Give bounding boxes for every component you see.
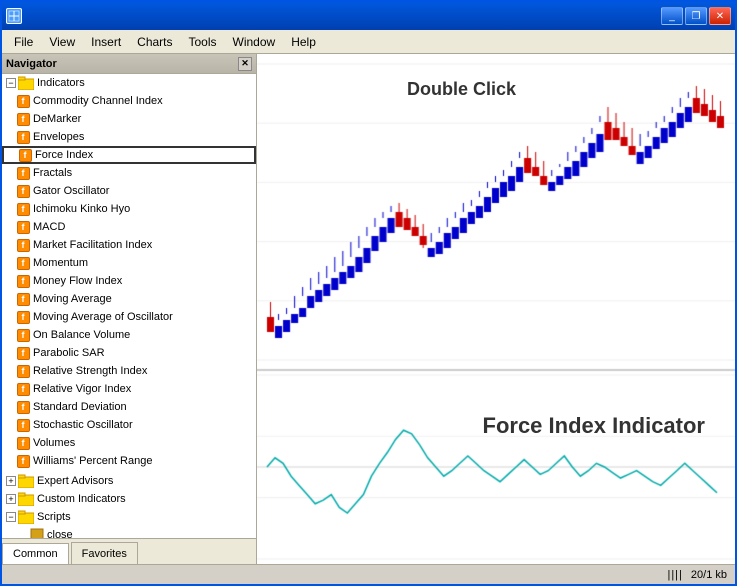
nav-item-cci[interactable]: f Commodity Channel Index — [2, 92, 256, 110]
f-icon-fractals: f — [16, 166, 30, 180]
nav-item-ichimoku[interactable]: f Ichimoku Kinko Hyo — [2, 200, 256, 218]
f-icon-cci: f — [16, 94, 30, 108]
f-icon-envelopes: f — [16, 130, 30, 144]
nav-item-psar[interactable]: f Parabolic SAR — [2, 344, 256, 362]
scripts-label: Scripts — [37, 511, 71, 523]
nav-item-macd[interactable]: f MACD — [2, 218, 256, 236]
navigator-panel: Navigator ✕ − Indicators f Commodity Cha… — [2, 54, 257, 564]
nav-item-stddev[interactable]: f Standard Deviation — [2, 398, 256, 416]
nav-item-close-script[interactable]: close — [2, 526, 256, 538]
scripts-folder-icon — [18, 510, 34, 524]
menu-bar: File View Insert Charts Tools Window Hel… — [2, 30, 735, 54]
nav-item-obv[interactable]: f On Balance Volume — [2, 326, 256, 344]
title-bar: _ ❐ ✕ — [2, 2, 735, 30]
ea-folder-icon — [18, 474, 34, 488]
f-icon-obv: f — [16, 328, 30, 342]
f-icon-williams: f — [16, 454, 30, 468]
f-icon-volumes: f — [16, 436, 30, 450]
expert-advisors-group[interactable]: + Expert Advisors — [2, 472, 256, 490]
ci-label: Custom Indicators — [37, 493, 126, 505]
double-click-label: Double Click — [407, 79, 516, 100]
restore-button[interactable]: ❐ — [685, 7, 707, 25]
f-icon-demarker: f — [16, 112, 30, 126]
status-bar: |||| 20/1 kb — [2, 564, 735, 584]
close-button[interactable]: ✕ — [709, 7, 731, 25]
scripts-group[interactable]: − Scripts — [2, 508, 256, 526]
title-bar-left — [6, 8, 22, 24]
navigator-list[interactable]: − Indicators f Commodity Channel Index f… — [2, 74, 256, 538]
scripts-expand-icon[interactable]: − — [6, 512, 16, 522]
f-icon-psar: f — [16, 346, 30, 360]
nav-item-volumes[interactable]: f Volumes — [2, 434, 256, 452]
f-icon-mfi: f — [16, 238, 30, 252]
f-icon-ma: f — [16, 292, 30, 306]
menu-insert[interactable]: Insert — [83, 33, 129, 51]
f-icon-rvi: f — [16, 382, 30, 396]
nav-item-momentum[interactable]: f Momentum — [2, 254, 256, 272]
nav-item-ma[interactable]: f Moving Average — [2, 290, 256, 308]
nav-item-rsi[interactable]: f Relative Strength Index — [2, 362, 256, 380]
minimize-button[interactable]: _ — [661, 7, 683, 25]
ci-folder-icon — [18, 492, 34, 506]
f-icon-force: f — [18, 148, 32, 162]
nav-item-fractals[interactable]: f Fractals — [2, 164, 256, 182]
status-info: 20/1 kb — [691, 569, 727, 581]
folder-icon — [18, 76, 34, 90]
title-controls: _ ❐ ✕ — [661, 7, 731, 25]
nav-item-mao[interactable]: f Moving Average of Oscillator — [2, 308, 256, 326]
ci-expand-icon[interactable]: + — [6, 494, 16, 504]
f-icon-macd: f — [16, 220, 30, 234]
ea-expand-icon[interactable]: + — [6, 476, 16, 486]
nav-item-envelopes[interactable]: f Envelopes — [2, 128, 256, 146]
navigator-tabs: Common Favorites — [2, 538, 256, 564]
indicators-expand-icon[interactable]: − — [6, 78, 16, 88]
nav-item-mfi[interactable]: f Market Facilitation Index — [2, 236, 256, 254]
indicators-label: Indicators — [37, 77, 85, 89]
menu-file[interactable]: File — [6, 33, 41, 51]
menu-view[interactable]: View — [41, 33, 83, 51]
app-icon — [6, 8, 22, 24]
ea-label: Expert Advisors — [37, 475, 113, 487]
force-index-label: Force Index Indicator — [483, 413, 706, 439]
navigator-close-button[interactable]: ✕ — [238, 57, 252, 71]
menu-window[interactable]: Window — [225, 33, 284, 51]
bars-icon: |||| — [667, 569, 682, 581]
chart-area: Double Click Force Index Indicator — [257, 54, 735, 564]
navigator-title: Navigator — [6, 58, 57, 70]
indicators-group[interactable]: − Indicators — [2, 74, 256, 92]
nav-item-williams[interactable]: f Williams' Percent Range — [2, 452, 256, 470]
f-icon-ichimoku: f — [16, 202, 30, 216]
nav-item-stoch[interactable]: f Stochastic Oscillator — [2, 416, 256, 434]
nav-item-money-flow[interactable]: f Money Flow Index — [2, 272, 256, 290]
tab-common[interactable]: Common — [2, 543, 69, 564]
nav-item-rvi[interactable]: f Relative Vigor Index — [2, 380, 256, 398]
f-icon-momentum: f — [16, 256, 30, 270]
f-icon-moneyflow: f — [16, 274, 30, 288]
f-icon-stoch: f — [16, 418, 30, 432]
nav-item-force-index[interactable]: f Force Index — [2, 146, 256, 164]
f-icon-gator: f — [16, 184, 30, 198]
script-icon-close — [30, 528, 44, 538]
main-window: _ ❐ ✕ File View Insert Charts Tools Wind… — [0, 0, 737, 586]
f-icon-rsi: f — [16, 364, 30, 378]
menu-charts[interactable]: Charts — [129, 33, 180, 51]
price-chart-canvas[interactable] — [257, 54, 735, 564]
nav-item-gator[interactable]: f Gator Oscillator — [2, 182, 256, 200]
tab-favorites[interactable]: Favorites — [71, 542, 138, 564]
f-icon-mao: f — [16, 310, 30, 324]
menu-help[interactable]: Help — [283, 33, 324, 51]
custom-indicators-group[interactable]: + Custom Indicators — [2, 490, 256, 508]
menu-tools[interactable]: Tools — [181, 33, 225, 51]
main-area: Navigator ✕ − Indicators f Commodity Cha… — [2, 54, 735, 564]
f-icon-stddev: f — [16, 400, 30, 414]
navigator-header: Navigator ✕ — [2, 54, 256, 74]
nav-item-demarker[interactable]: f DeMarker — [2, 110, 256, 128]
